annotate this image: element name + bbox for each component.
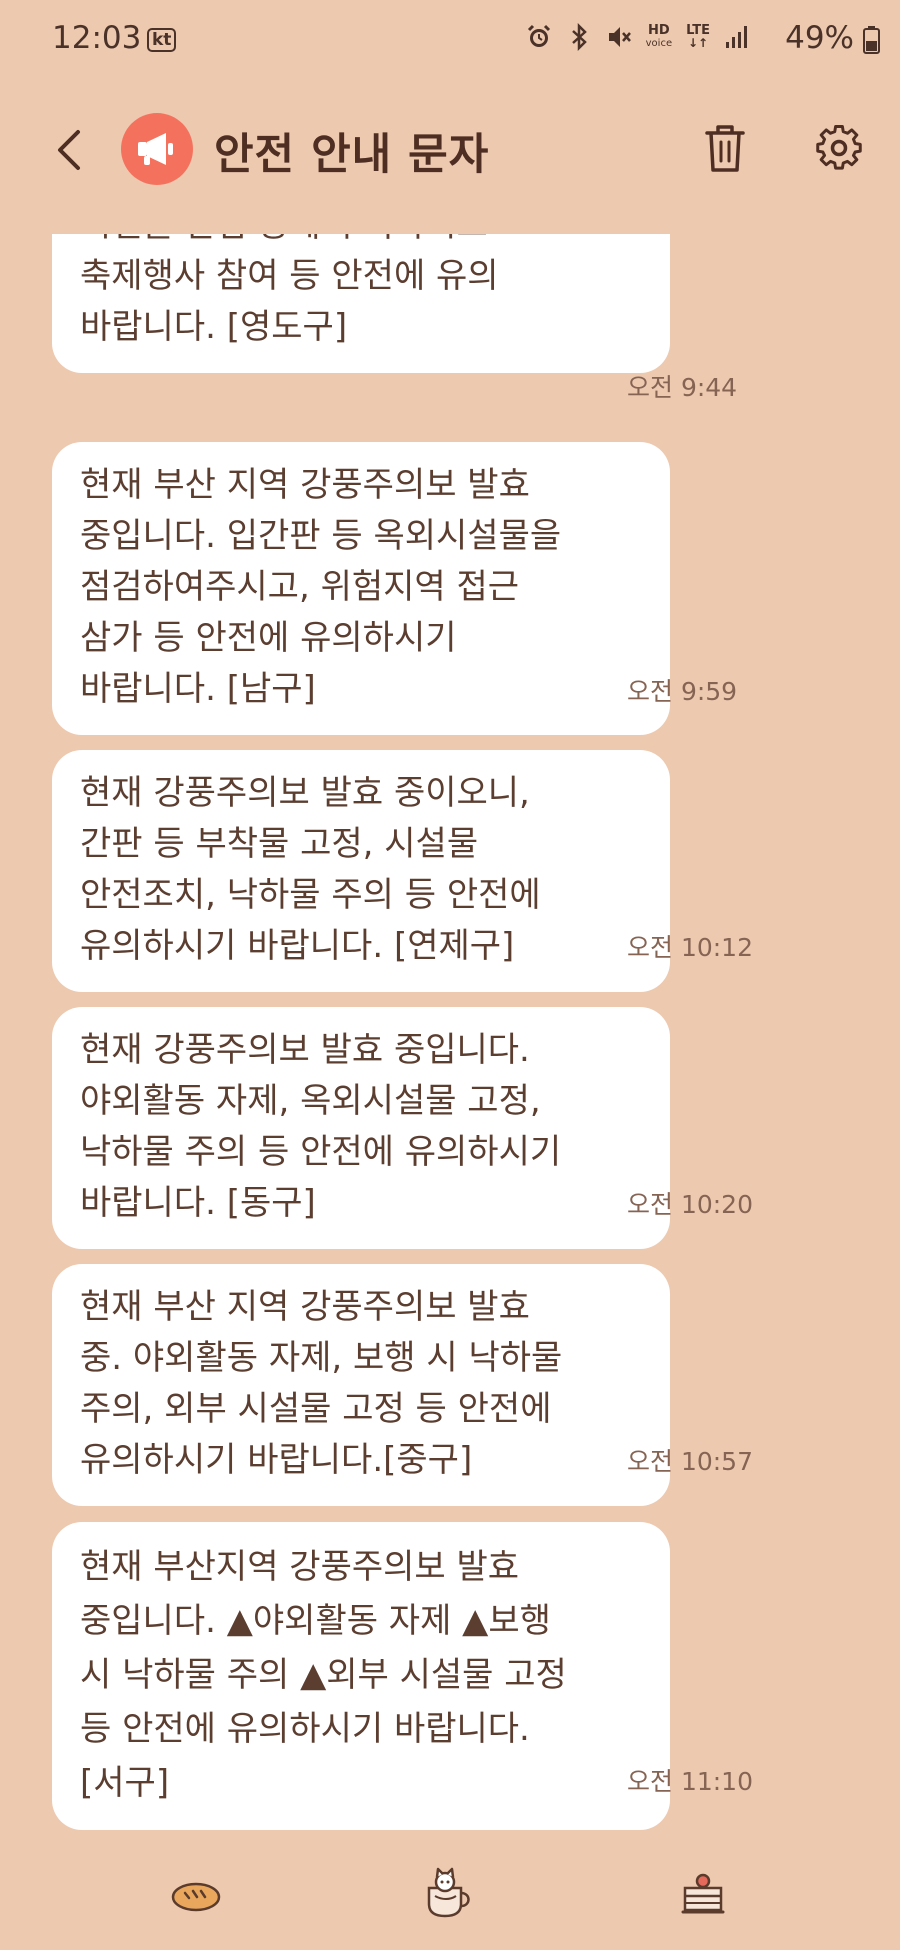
message-time: 오전 11:10: [627, 1767, 753, 1796]
message-item: 현재 부산 지역 강풍주의보 발효 중입니다. 입간판 등 옥외시설물을 점검하…: [52, 442, 737, 735]
back-arrow-icon[interactable]: [44, 118, 104, 182]
battery-percent: 49%: [785, 20, 854, 56]
status-icons: HD voice LTE ↓↑: [526, 22, 750, 52]
alarm-icon: [527, 24, 550, 47]
status-time: 12:03: [52, 20, 142, 56]
mute-icon: [608, 27, 631, 47]
status-bar: 12:03 kt HD voice LTE ↓↑ 49%: [0, 0, 900, 80]
screen: 12:03 kt HD voice LTE ↓↑ 49% 안전 안내 문자 축제…: [0, 0, 900, 1950]
battery-icon: [863, 26, 880, 54]
message-list[interactable]: 시설물 날림 등에 주의하시고 축제행사 참여 등 안전에 유의 바랍니다. […: [0, 234, 900, 1834]
message-time: 오전 9:59: [627, 677, 738, 706]
message-bubble[interactable]: 현재 부산 지역 강풍주의보 발효 중입니다. 입간판 등 옥외시설물을 점검하…: [52, 442, 670, 735]
coffee-cup-cat-icon[interactable]: [420, 1866, 476, 1922]
message-time: 오전 10:12: [627, 933, 753, 962]
bread-icon[interactable]: [168, 1866, 224, 1922]
megaphone-icon: [138, 133, 173, 165]
carrier-badge: kt: [147, 28, 177, 52]
bluetooth-icon: [571, 22, 587, 52]
message-bubble[interactable]: 현재 강풍주의보 발효 중이오니, 간판 등 부착물 고정, 시설물 안전조치,…: [52, 750, 670, 992]
message-item: 현재 부산 지역 강풍주의보 발효 중. 야외활동 자제, 보행 시 낙하물 주…: [52, 1264, 753, 1506]
message-item: 현재 강풍주의보 발효 중입니다. 야외활동 자제, 옥외시설물 고정, 낙하물…: [52, 1007, 753, 1249]
message-time: 오전 10:57: [627, 1447, 753, 1476]
message-bubble[interactable]: 현재 강풍주의보 발효 중입니다. 야외활동 자제, 옥외시설물 고정, 낙하물…: [52, 1007, 670, 1249]
hd-voice-icon: HD voice: [645, 23, 673, 49]
message-bubble[interactable]: 현재 부산지역 강풍주의보 발효 중입니다. ▲야외활동 자제 ▲보행 시 낙하…: [52, 1522, 670, 1830]
message-item: 현재 부산지역 강풍주의보 발효 중입니다. ▲야외활동 자제 ▲보행 시 낙하…: [52, 1522, 753, 1830]
lte-icon: LTE ↓↑: [686, 23, 710, 50]
conversation-header: 안전 안내 문자: [0, 90, 900, 210]
message-bubble[interactable]: 현재 부산 지역 강풍주의보 발효 중. 야외활동 자제, 보행 시 낙하물 주…: [52, 1264, 670, 1506]
message-item: 현재 강풍주의보 발효 중이오니, 간판 등 부착물 고정, 시설물 안전조치,…: [52, 750, 753, 992]
message-time: 오전 10:20: [627, 1190, 753, 1219]
gear-icon[interactable]: [813, 120, 865, 176]
message-item: 시설물 날림 등에 주의하시고 축제행사 참여 등 안전에 유의 바랍니다. […: [52, 234, 737, 402]
signal-icon: [726, 26, 747, 48]
message-time: 오전 9:44: [627, 373, 738, 402]
trash-icon[interactable]: [700, 120, 750, 176]
cake-icon[interactable]: [675, 1866, 731, 1922]
bottom-dock: [0, 1856, 900, 1950]
message-bubble[interactable]: 시설물 날림 등에 주의하시고 축제행사 참여 등 안전에 유의 바랍니다. […: [52, 234, 670, 373]
conversation-title: 안전 안내 문자: [214, 130, 490, 180]
channel-avatar: [121, 113, 193, 185]
